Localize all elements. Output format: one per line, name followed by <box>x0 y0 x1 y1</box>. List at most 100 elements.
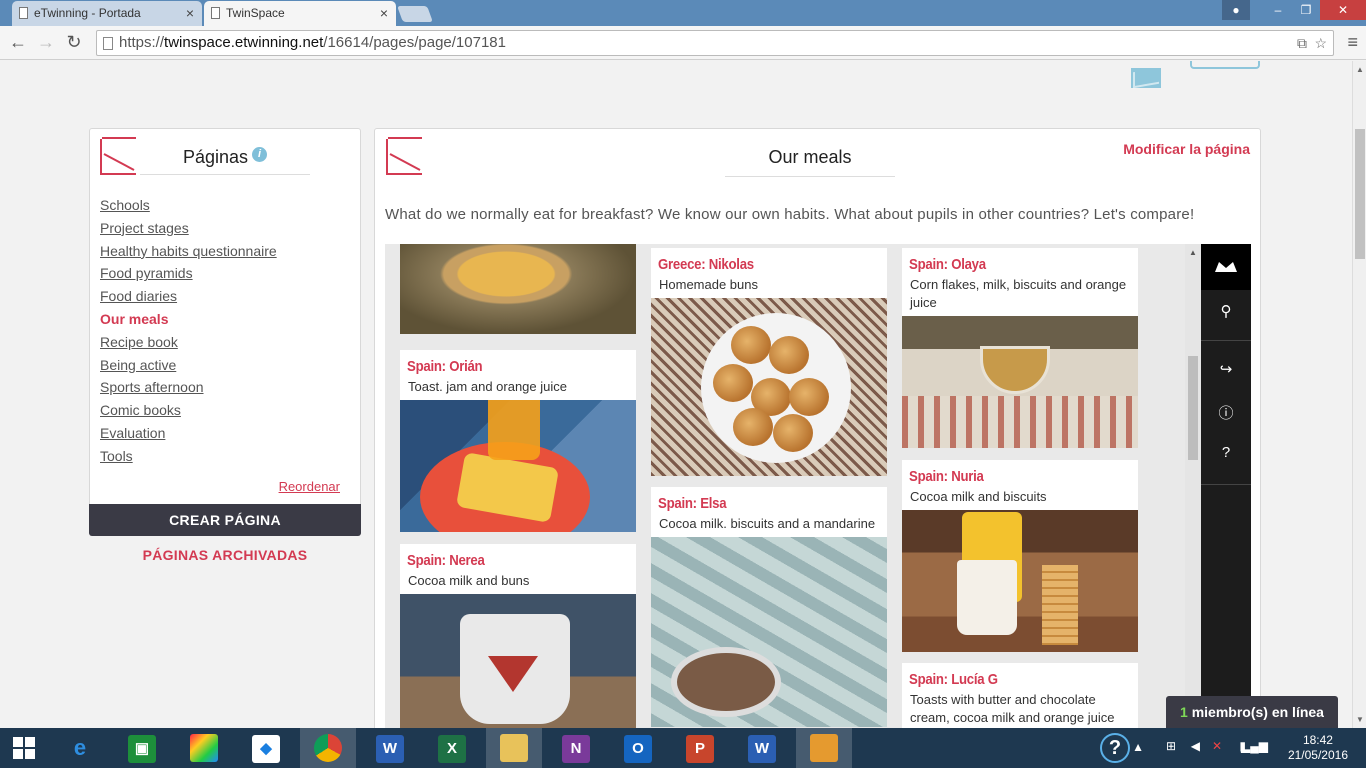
tab-twinspace[interactable]: TwinSpace × <box>204 1 396 26</box>
pages-list: Schools Project stages Healthy habits qu… <box>100 194 277 468</box>
sidebar-item-project-stages[interactable]: Project stages <box>100 217 277 240</box>
padlet-toolbar: ⚲ ↪ ⓘ ? <box>1201 244 1251 728</box>
sidebar-item-food-pyramids[interactable]: Food pyramids <box>100 262 277 285</box>
info-icon[interactable]: i <box>252 147 268 162</box>
cereal-photo <box>400 244 636 334</box>
padlet-crown-icon[interactable] <box>1201 244 1251 290</box>
chrome-taskbar-icon[interactable] <box>300 728 356 768</box>
windows-start-button[interactable] <box>0 728 48 768</box>
sidebar-item-comic-books[interactable]: Comic books <box>100 399 277 422</box>
page-scrollbar[interactable]: ▲ ▼ <box>1352 61 1366 728</box>
post-description: Toasts with butter and chocolate cream, … <box>910 692 1115 725</box>
close-window-button[interactable]: ✕ <box>1320 0 1366 20</box>
scroll-up-icon[interactable]: ▲ <box>1356 65 1364 74</box>
maximize-button[interactable]: ❐ <box>1292 0 1320 20</box>
post-description: Toast. jam and orange juice <box>408 379 567 394</box>
sidebar-item-healthy-habits-questionnaire[interactable]: Healthy habits questionnaire <box>100 240 277 263</box>
share-icon[interactable]: ↪ <box>1201 360 1251 378</box>
onenote-taskbar-icon[interactable]: N <box>548 728 604 768</box>
twinspace-logo-icon <box>100 137 136 175</box>
word-doc-taskbar-icon[interactable]: W <box>734 728 790 768</box>
sidebar-item-our-meals[interactable]: Our meals <box>100 308 277 331</box>
address-bar[interactable]: https://twinspace.etwinning.net/16614/pa… <box>96 30 1334 56</box>
post-description: Cocoa milk and buns <box>408 573 530 588</box>
padlet-post[interactable]: Spain: Nuria Cocoa milk and biscuits <box>902 460 1138 652</box>
paint-taskbar-icon[interactable] <box>176 728 232 768</box>
padlet-scrollbar[interactable]: ▲ ▼ <box>1185 244 1201 728</box>
padlet-embed[interactable]: Spain: Orián Toast. jam and orange juice… <box>385 244 1251 728</box>
mail-icon[interactable] <box>1131 68 1161 88</box>
sidebar-item-food-diaries[interactable]: Food diaries <box>100 285 277 308</box>
reload-icon[interactable]: ↻ <box>64 32 84 52</box>
page-intro-text: What do we normally eat for breakfast? W… <box>385 206 1195 223</box>
tab-title: TwinSpace <box>226 6 285 20</box>
url-text[interactable]: https://twinspace.etwinning.net/16614/pa… <box>119 34 506 51</box>
page-info-icon[interactable] <box>103 37 113 50</box>
store-taskbar-icon[interactable]: ▣ <box>114 728 170 768</box>
windows-icon[interactable]: ⊞ <box>1166 739 1176 753</box>
file-explorer-taskbar-icon[interactable] <box>486 728 542 768</box>
reorder-link[interactable]: Reordenar <box>279 479 340 494</box>
clock[interactable]: 18:42 21/05/2016 <box>1288 733 1348 763</box>
post-title: Spain: Nerea <box>407 552 485 569</box>
buns-photo <box>651 298 887 476</box>
ie-taskbar-icon[interactable]: e <box>52 728 108 768</box>
toast-photo <box>400 400 636 532</box>
padlet-post[interactable]: Spain: Olaya Corn flakes, milk, biscuits… <box>902 248 1138 448</box>
sidebar-item-schools[interactable]: Schools <box>100 194 277 217</box>
page-icon <box>211 7 220 19</box>
key-icon[interactable]: ⚲ <box>1201 302 1251 320</box>
word-taskbar-icon[interactable]: W <box>362 728 418 768</box>
page-icon <box>19 7 28 19</box>
clock-time: 18:42 <box>1302 733 1333 747</box>
padlet-post[interactable]: Spain: Elsa Cocoa milk. biscuits and a m… <box>651 487 887 727</box>
help-icon[interactable]: ? <box>1100 733 1130 763</box>
back-icon[interactable]: ← <box>8 32 28 52</box>
dropbox-taskbar-icon[interactable]: ◆ <box>238 728 294 768</box>
post-description: Cocoa milk. biscuits and a mandarine <box>659 516 876 531</box>
close-tab-icon[interactable]: × <box>186 1 194 25</box>
chrome-menu-icon[interactable]: ≡ <box>1347 32 1358 53</box>
pages-sidebar: Páginas i Schools Project stages Healthy … <box>89 128 361 536</box>
close-tab-icon[interactable]: × <box>380 1 388 25</box>
network-off-icon[interactable]: ✕ <box>1212 739 1222 753</box>
minimize-button[interactable]: – <box>1264 0 1292 20</box>
outlook-taskbar-icon[interactable]: O <box>610 728 666 768</box>
powerpoint-taskbar-icon[interactable]: P <box>672 728 728 768</box>
padlet-post[interactable] <box>400 244 636 334</box>
sidebar-item-sports-afternoon[interactable]: Sports afternoon <box>100 376 277 399</box>
scroll-down-icon[interactable]: ▼ <box>1356 715 1364 724</box>
page-scroll-thumb[interactable] <box>1355 129 1365 259</box>
help-icon[interactable]: ? <box>1201 444 1251 461</box>
cornflakes-photo <box>902 316 1138 448</box>
new-tab-button[interactable] <box>397 6 433 22</box>
scroll-up-icon[interactable]: ▲ <box>1189 248 1197 257</box>
tab-etwinning-portada[interactable]: eTwinning - Portada × <box>12 1 202 26</box>
sidebar-item-tools[interactable]: Tools <box>100 445 277 468</box>
signal-icon[interactable]: ▂▄▆ <box>1241 739 1268 753</box>
padlet-post[interactable]: Spain: Nerea Cocoa milk and buns <box>400 544 636 728</box>
archived-pages-link[interactable]: PÁGINAS ARCHIVADAS <box>89 547 361 563</box>
tray-overflow-icon[interactable]: ▲ <box>1132 740 1144 754</box>
padlet-scroll-thumb[interactable] <box>1188 356 1198 460</box>
info-icon[interactable]: ⓘ <box>1201 402 1251 423</box>
app-taskbar-icon[interactable] <box>796 728 852 768</box>
edit-page-link[interactable]: Modificar la página <box>1123 141 1250 157</box>
user-profile-icon[interactable]: ● <box>1222 0 1250 20</box>
online-members-bar[interactable]: 1 miembro(s) en línea <box>1166 696 1338 728</box>
sidebar-item-recipe-book[interactable]: Recipe book <box>100 331 277 354</box>
translate-icon[interactable]: ⧉ <box>1297 35 1307 52</box>
sidebar-item-evaluation[interactable]: Evaluation <box>100 422 277 445</box>
forward-icon[interactable]: → <box>36 32 56 52</box>
cocoa-biscuits-photo <box>902 510 1138 652</box>
sidebar-item-being-active[interactable]: Being active <box>100 354 277 377</box>
padlet-post[interactable]: Spain: Orián Toast. jam and orange juice <box>400 350 636 532</box>
bookmark-star-icon[interactable]: ☆ <box>1314 35 1327 52</box>
volume-icon[interactable]: ◀ <box>1191 739 1200 753</box>
padlet-post[interactable]: Spain: Lucía G Toasts with butter and ch… <box>902 663 1138 728</box>
excel-taskbar-icon[interactable]: X <box>424 728 480 768</box>
padlet-post[interactable]: Greece: Nikolas Homemade buns <box>651 248 887 476</box>
create-page-button[interactable]: CREAR PÁGINA <box>89 504 361 536</box>
post-title: Spain: Nuria <box>909 468 984 485</box>
post-title: Spain: Elsa <box>658 495 727 512</box>
